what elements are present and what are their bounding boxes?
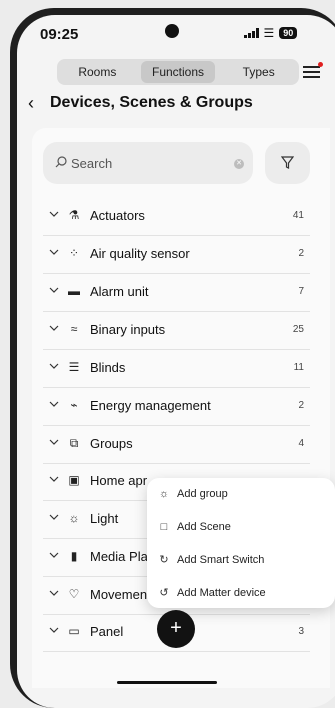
add-smart-switch-item[interactable]: ↻ Add Smart Switch [157,549,264,571]
list-item-count: 3 [298,626,304,637]
tab-functions[interactable]: Functions [140,61,216,83]
chevron-down-icon[interactable] [49,323,59,333]
list-item-label: Light [90,511,119,526]
list-item-label: Air quality sensor [90,246,190,261]
status-icons: ☰ 90 [244,26,298,40]
list-item-count: 25 [292,324,304,335]
add-matter-device-item[interactable]: ↺ Add Matter device [157,582,265,604]
list-item-count: 2 [298,400,304,411]
filter-icon [281,156,294,169]
list-item-label: Groups [90,436,133,451]
list-item[interactable]: ☰ Blinds 11 [43,350,310,388]
chevron-down-icon[interactable] [49,625,59,635]
home-appliance-icon: ▣ [68,473,80,487]
list-item[interactable]: ⁘ Air quality sensor 2 [43,236,310,274]
chevron-down-icon[interactable] [49,361,59,371]
list-item-count: 7 [298,286,304,297]
chevron-down-icon[interactable] [49,550,59,560]
chevron-down-icon[interactable] [49,399,59,409]
chevron-down-icon[interactable] [49,474,59,484]
add-menu-popup: ☼ Add group □ Add Scene ↻ Add Smart Swit… [147,478,335,608]
groups-icon: ⧉ [69,436,79,450]
chevron-down-icon[interactable] [49,209,59,219]
chevron-down-icon[interactable] [49,588,59,598]
filter-button[interactable] [265,142,310,184]
panel-icon: ▭ [68,624,80,638]
binary-input-icon: ≈ [70,322,78,336]
matter-icon: ↺ [159,587,169,599]
list-item-label: Energy management [90,398,211,413]
wifi-icon: ☰ [263,26,275,40]
cellular-signal-icon [244,28,259,38]
chevron-down-icon[interactable] [49,512,59,522]
clear-search-icon[interactable]: ✕ [234,159,244,169]
air-quality-icon: ⁘ [68,246,80,260]
add-group-item[interactable]: ☼ Add group [157,483,228,505]
scene-icon: □ [160,521,168,533]
movement-icon: ♡ [68,587,80,601]
light-icon: ☼ [68,511,80,525]
page-title: Devices, Scenes & Groups [50,94,253,111]
status-time: 09:25 [40,26,79,43]
chevron-down-icon[interactable] [49,285,59,295]
view-tabs: Rooms Functions Types [57,59,299,85]
list-item-count: 41 [292,210,304,221]
blinds-icon: ☰ [68,360,80,374]
list-item-label: Blinds [90,360,126,375]
battery-level: 90 [279,27,298,39]
front-camera [165,24,179,38]
search-placeholder: Search [71,156,113,171]
chevron-down-icon[interactable] [49,437,59,447]
search-icon [55,156,67,168]
back-chevron-icon[interactable]: ‹ [28,93,34,114]
list-item[interactable]: ⚗ Actuators 41 [43,198,310,236]
add-scene-item[interactable]: □ Add Scene [157,516,231,538]
list-item-label: Actuators [90,208,145,223]
home-indicator [117,681,217,684]
light-bulb-icon: ☼ [158,488,170,500]
list-item-label: Binary inputs [90,322,166,337]
list-item-count: 2 [298,248,304,259]
list-item-label: Home apr [90,473,148,488]
add-button[interactable]: + [157,610,195,648]
notification-dot [318,62,323,67]
tab-types[interactable]: Types [221,61,296,83]
list-item[interactable]: ▬ Alarm unit 7 [43,274,310,312]
list-item-count: 4 [298,438,304,449]
list-item-label: Alarm unit [90,284,149,299]
list-item-count: 11 [293,362,304,373]
energy-icon: ⌁ [70,398,78,412]
list-item[interactable]: ⌁ Energy management 2 [43,388,310,426]
hamburger-menu-icon[interactable] [303,66,320,78]
list-item-label: Media Pla [90,549,148,564]
list-item-label: Panel [90,624,124,639]
actuator-icon: ⚗ [68,208,80,222]
media-player-icon: ▮ [70,549,78,563]
chevron-down-icon[interactable] [49,247,59,257]
alarm-icon: ▬ [68,284,80,298]
list-item-label: Movemen [90,587,148,602]
list-item[interactable]: ≈ Binary inputs 25 [43,312,310,350]
smart-switch-icon: ↻ [159,554,169,566]
tab-rooms[interactable]: Rooms [60,61,135,83]
list-item[interactable]: ⧉ Groups 4 [43,426,310,464]
